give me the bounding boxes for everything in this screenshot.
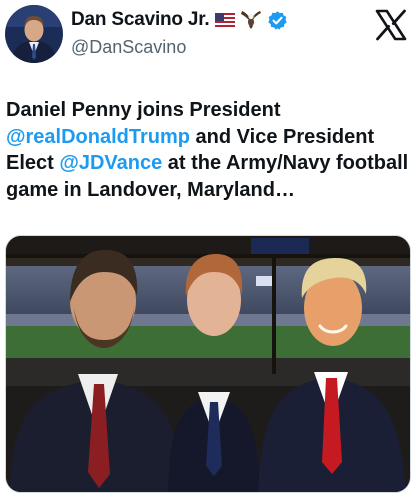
author-name-row[interactable]: Dan Scavino Jr. [71,8,288,32]
tweet-photo[interactable] [5,235,411,493]
author-display-name[interactable]: Dan Scavino Jr. [71,9,210,31]
us-flag-icon [214,13,235,27]
avatar[interactable] [5,5,63,63]
tweet-text: Daniel Penny joins President @realDonald… [6,97,410,203]
verified-badge-icon [267,10,288,31]
avatar-image [5,5,63,63]
tweet-card: Dan Scavino Jr. @DanScavino Daniel Penny… [0,0,416,500]
three-men-at-stadium-photo [6,236,410,492]
tweet-header: Dan Scavino Jr. @DanScavino [0,0,416,78]
mention-link[interactable]: @JDVance [59,152,162,174]
mention-link[interactable]: @realDonaldTrump [6,126,190,148]
x-logo-icon[interactable] [374,8,408,42]
author-handle[interactable]: @DanScavino [71,37,186,58]
eagle-icon [240,10,262,30]
tweet-text-part: Daniel Penny joins President [6,99,281,121]
